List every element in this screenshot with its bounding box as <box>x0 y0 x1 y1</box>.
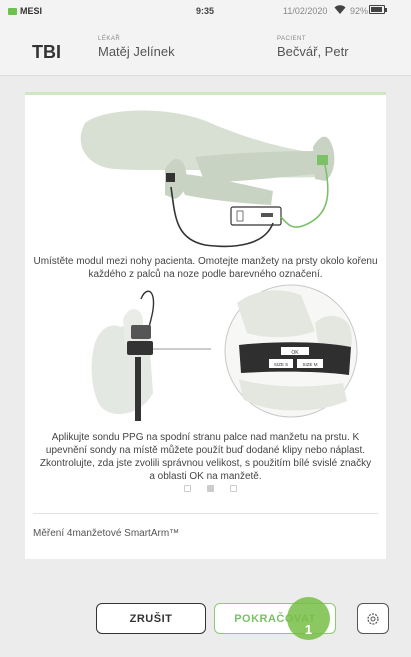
patient-legs-illustration <box>80 110 335 248</box>
page-dot <box>230 485 237 492</box>
brand-label: MESI <box>20 6 43 16</box>
doctor-field: LÉKAŘ Matěj Jelínek <box>98 36 175 59</box>
ppg-probe-illustration: OK SIZE S SIZE M <box>91 284 358 421</box>
brand-icon <box>8 7 17 15</box>
battery-percent: 92% <box>350 6 369 16</box>
page-dot <box>207 485 214 492</box>
status-bar: MESI 9:35 11/02/2020 92% <box>0 0 411 22</box>
instruction-card: Umístěte modul mezi nohy pacienta. Omote… <box>25 92 386 559</box>
doctor-label: LÉKAŘ <box>98 36 121 42</box>
brand: MESI <box>8 6 42 16</box>
measurement-type-label: Měření 4manžetové SmartArm™ <box>33 528 180 539</box>
page-indicator <box>184 485 237 492</box>
test-code: TBI <box>32 42 61 62</box>
instruction-step-1: Umístěte modul mezi nohy pacienta. Omote… <box>33 256 378 280</box>
patient-field: PACIENT Bečvář, Petr <box>277 36 349 59</box>
doctor-name: Matěj Jelínek <box>98 44 175 59</box>
page-dot <box>184 485 191 492</box>
step-badge-number: 1 <box>304 622 313 637</box>
cuff-label-size-m: SIZE M <box>302 362 317 367</box>
patient-label: PACIENT <box>277 36 307 42</box>
step-badge: 1 <box>287 597 330 640</box>
settings-button[interactable] <box>357 603 389 634</box>
header: TBI LÉKAŘ Matěj Jelínek PACIENT Bečvář, … <box>0 22 411 76</box>
divider <box>33 513 378 514</box>
cuff-label-ok: OK <box>291 350 299 356</box>
cuff-label-size-s: SIZE S <box>274 362 288 367</box>
patient-name: Bečvář, Petr <box>277 44 349 59</box>
instruction-step-2: Aplikujte sondu PPG na spodní stranu pal… <box>39 432 372 482</box>
date: 11/02/2020 <box>283 6 328 16</box>
wifi-icon <box>334 4 346 17</box>
battery-icon <box>369 5 387 14</box>
cancel-button[interactable]: ZRUŠIT <box>96 603 206 634</box>
gear-icon <box>367 612 379 625</box>
clock: 9:35 <box>196 6 215 16</box>
